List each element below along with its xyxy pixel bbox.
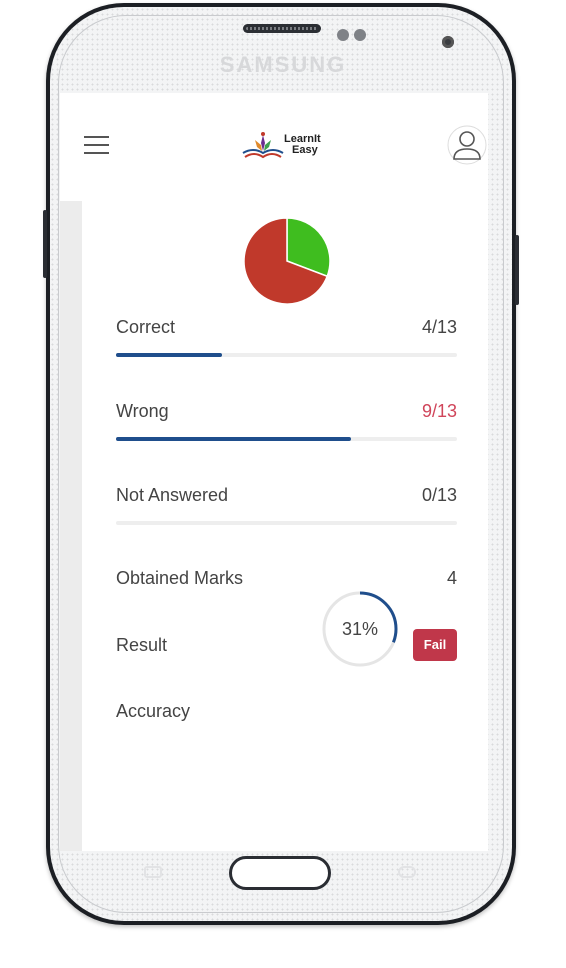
accuracy-ring: 31% bbox=[320, 589, 400, 669]
fail-badge: Fail bbox=[413, 629, 457, 661]
correct-progress-track bbox=[116, 353, 457, 357]
power-button bbox=[515, 235, 519, 305]
front-camera bbox=[442, 36, 454, 48]
results-pie-chart bbox=[243, 217, 331, 305]
recent-apps-key[interactable] bbox=[144, 866, 162, 878]
correct-value: 4/13 bbox=[421, 317, 457, 337]
app-logo[interactable]: LearnIt Easy bbox=[241, 131, 336, 163]
left-gutter bbox=[60, 201, 82, 851]
correct-progress-fill bbox=[116, 353, 222, 357]
results-panel: Correct 4/13 Wrong 9/13 Not Answered 0/1… bbox=[60, 201, 488, 851]
not-answered-progress-track bbox=[116, 521, 457, 525]
back-key[interactable] bbox=[398, 866, 416, 878]
light-sensor bbox=[354, 29, 366, 41]
obtained-marks-label: Obtained Marks bbox=[116, 568, 244, 588]
screen: LearnIt Easy Correct 4/13 Wrong 9/13 Not… bbox=[60, 93, 488, 851]
book-logo-icon bbox=[242, 132, 284, 159]
home-button[interactable] bbox=[229, 856, 331, 890]
wrong-value: 9/13 bbox=[421, 401, 457, 421]
app-header: LearnIt Easy bbox=[60, 93, 488, 201]
not-answered-label: Not Answered bbox=[116, 485, 229, 505]
accuracy-label: Accuracy bbox=[116, 701, 191, 721]
obtained-marks-value: 4 bbox=[446, 568, 457, 588]
earpiece-speaker bbox=[243, 24, 321, 33]
logo-text: LearnIt Easy bbox=[284, 134, 321, 156]
logo-line-2: Easy bbox=[292, 144, 318, 156]
menu-icon[interactable] bbox=[84, 136, 109, 156]
wrong-progress-track bbox=[116, 437, 457, 441]
accuracy-value: 31% bbox=[341, 619, 379, 639]
correct-label: Correct bbox=[116, 317, 176, 337]
result-label: Result bbox=[116, 635, 168, 655]
brand-logo: SAMSUNG bbox=[219, 52, 347, 77]
proximity-sensor bbox=[337, 29, 349, 41]
volume-button bbox=[43, 210, 47, 278]
wrong-progress-fill bbox=[116, 437, 352, 441]
user-profile-icon[interactable] bbox=[447, 125, 487, 165]
not-answered-value: 0/13 bbox=[421, 485, 457, 505]
wrong-label: Wrong bbox=[116, 401, 169, 421]
